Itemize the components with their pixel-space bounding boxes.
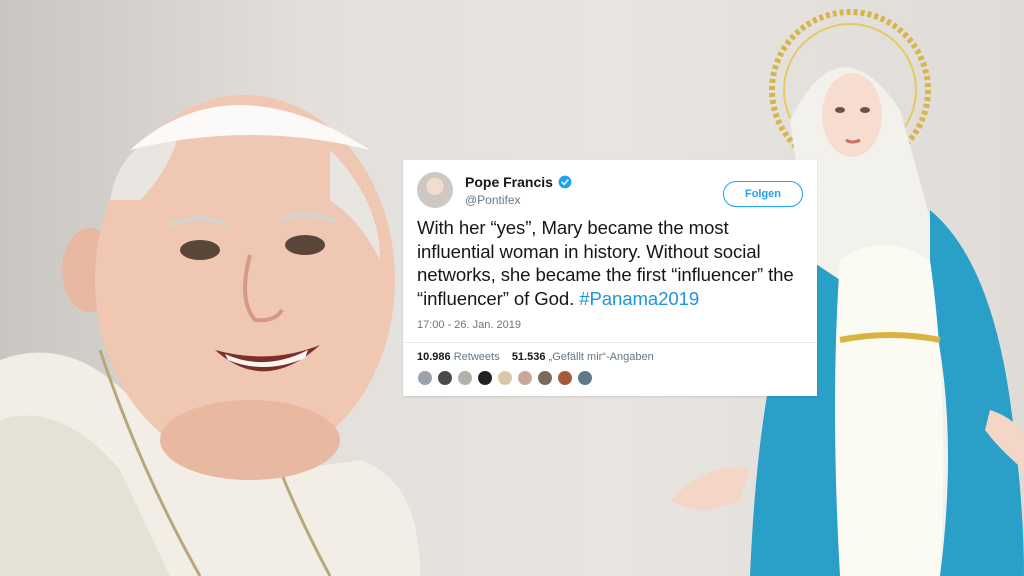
left-person-photo bbox=[0, 95, 420, 576]
liker-avatar[interactable] bbox=[437, 370, 453, 386]
liker-avatar[interactable] bbox=[417, 370, 433, 386]
tweet-text: With her “yes”, Mary became the most inf… bbox=[417, 216, 803, 310]
liker-avatar[interactable] bbox=[497, 370, 513, 386]
user-display-name[interactable]: Pope Francis bbox=[465, 174, 553, 190]
tweet-header: Pope Francis @Pontifex Folgen bbox=[417, 170, 803, 216]
verified-badge-icon bbox=[558, 175, 572, 189]
hashtag-link[interactable]: #Panama2019 bbox=[579, 288, 699, 309]
like-label[interactable]: „Gefällt mir“-Angaben bbox=[549, 351, 654, 363]
meme-image: Pope Francis @Pontifex Folgen With her “… bbox=[0, 0, 1024, 576]
user-avatar[interactable] bbox=[417, 172, 453, 208]
retweet-label[interactable]: Retweets bbox=[454, 351, 500, 363]
tweet-timestamp[interactable]: 17:00 - 26. Jan. 2019 bbox=[417, 319, 803, 331]
liker-avatar[interactable] bbox=[577, 370, 593, 386]
liker-avatar[interactable] bbox=[517, 370, 533, 386]
like-count[interactable]: 51.536 bbox=[512, 351, 546, 363]
liker-avatar[interactable] bbox=[537, 370, 553, 386]
liker-avatar[interactable] bbox=[457, 370, 473, 386]
tweet-card: Pope Francis @Pontifex Folgen With her “… bbox=[403, 160, 817, 396]
retweet-count[interactable]: 10.986 bbox=[417, 351, 451, 363]
liker-avatar[interactable] bbox=[477, 370, 493, 386]
user-handle[interactable]: @Pontifex bbox=[465, 193, 521, 207]
divider bbox=[403, 342, 817, 343]
follow-button[interactable]: Folgen bbox=[723, 181, 803, 207]
liker-avatars bbox=[417, 370, 803, 386]
liker-avatar[interactable] bbox=[557, 370, 573, 386]
tweet-stats: 10.986 Retweets 51.536 „Gefällt mir“-Ang… bbox=[417, 351, 803, 363]
